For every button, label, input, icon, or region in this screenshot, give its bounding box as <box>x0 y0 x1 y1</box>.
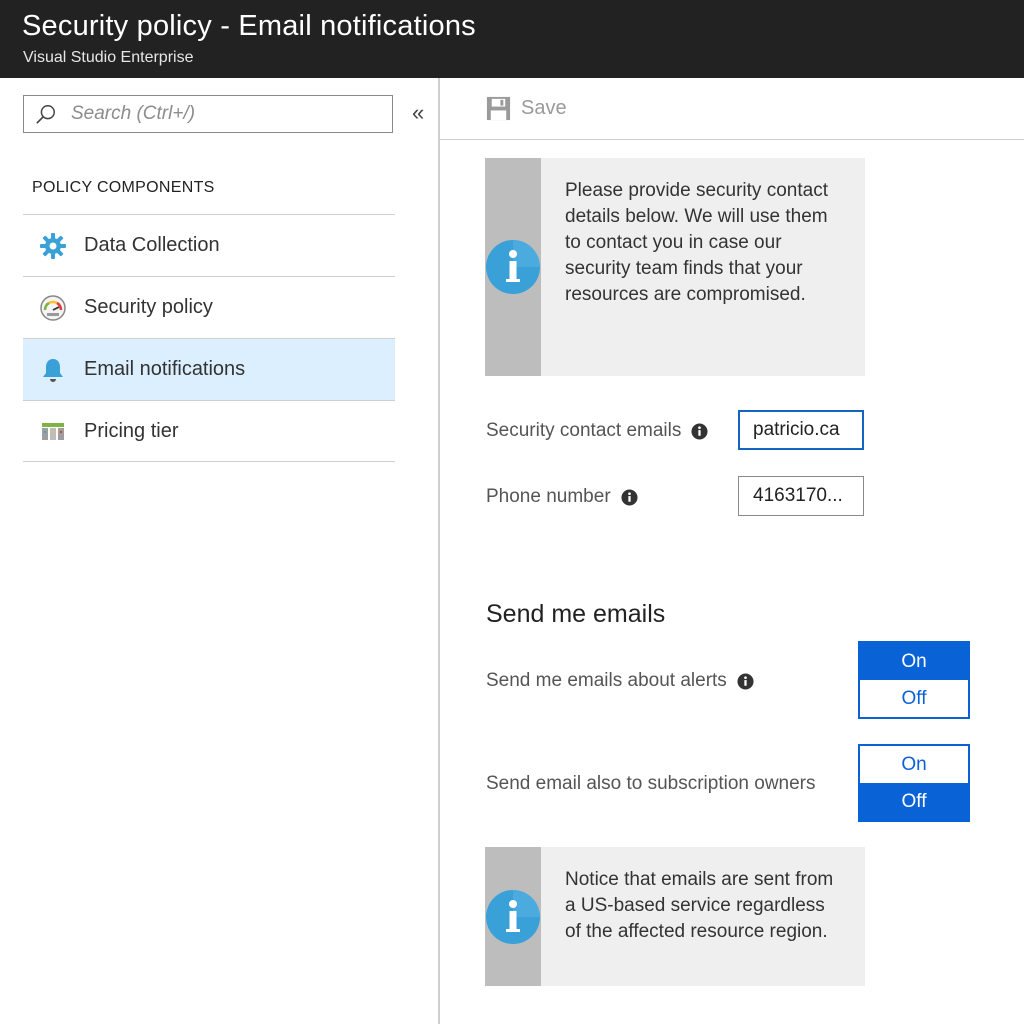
title-bar: Security policy - Email notifications Vi… <box>0 0 1024 78</box>
policy-components-nav: Data Collection Security policy Email no… <box>23 214 395 462</box>
alerts-toggle-on[interactable]: On <box>860 643 968 680</box>
save-label: Save <box>521 97 567 119</box>
sidebar-item-security-policy[interactable]: Security policy <box>23 276 395 338</box>
collapse-pane-button[interactable]: « <box>412 100 424 126</box>
gear-icon <box>38 231 68 261</box>
emails-field-label: Security contact emails <box>486 420 708 442</box>
owners-label-text: Send email also to subscription owners <box>486 773 816 794</box>
section-header: POLICY COMPONENTS <box>32 179 215 196</box>
owners-label: Send email also to subscription owners <box>486 773 816 795</box>
info-box-notice: Notice that emails are sent from a US-ba… <box>485 847 865 986</box>
info-strip <box>485 158 541 376</box>
sidebar-item-label: Security policy <box>84 296 213 318</box>
gauge-icon <box>38 293 68 323</box>
phone-field-label: Phone number <box>486 486 638 508</box>
info-tooltip-icon[interactable] <box>691 422 708 440</box>
sidebar-item-pricing-tier[interactable]: Pricing tier <box>23 400 395 462</box>
sidebar-item-data-collection[interactable]: Data Collection <box>23 214 395 276</box>
window-title: Security policy - Email notifications <box>22 10 476 42</box>
pricing-icon <box>38 416 68 446</box>
search-input[interactable] <box>69 102 373 126</box>
info-text: Notice that emails are sent from a US-ba… <box>565 869 834 942</box>
search-icon <box>36 105 55 124</box>
left-pane: « POLICY COMPONENTS <box>0 78 438 1024</box>
toolbar: Save <box>440 78 1024 140</box>
alerts-label: Send me emails about alerts <box>486 670 754 692</box>
owners-toggle-on[interactable]: On <box>860 746 968 783</box>
info-icon <box>486 240 540 294</box>
info-tooltip-icon[interactable] <box>737 672 754 690</box>
save-button[interactable]: Save <box>485 95 567 122</box>
send-emails-section-title: Send me emails <box>486 600 666 628</box>
info-strip <box>485 847 541 986</box>
info-tooltip-icon[interactable] <box>621 488 638 506</box>
sidebar-item-label: Email notifications <box>84 358 246 380</box>
bell-icon <box>38 355 68 385</box>
phone-label-text: Phone number <box>486 486 611 507</box>
info-text: Please provide security contact details … <box>565 180 828 305</box>
owners-toggle: On Off <box>858 744 970 822</box>
info-icon <box>486 889 540 944</box>
alerts-label-text: Send me emails about alerts <box>486 670 727 691</box>
info-box-contact: Please provide security contact details … <box>485 158 865 376</box>
alerts-toggle-off[interactable]: Off <box>860 680 968 717</box>
sidebar-item-label: Pricing tier <box>84 419 179 442</box>
sidebar-item-email-notifications[interactable]: Email notifications <box>23 338 395 400</box>
search-box[interactable] <box>23 95 393 133</box>
pane-divider[interactable] <box>438 78 440 1024</box>
sidebar-item-label: Data Collection <box>84 234 220 256</box>
save-icon <box>486 96 511 121</box>
owners-toggle-off[interactable]: Off <box>860 783 968 820</box>
security-emails-input[interactable]: patricio.ca <box>738 410 864 450</box>
window-subtitle: Visual Studio Enterprise <box>23 49 194 66</box>
alerts-toggle: On Off <box>858 641 970 719</box>
phone-number-input[interactable]: 4163170... <box>738 476 864 516</box>
emails-label-text: Security contact emails <box>486 420 682 441</box>
